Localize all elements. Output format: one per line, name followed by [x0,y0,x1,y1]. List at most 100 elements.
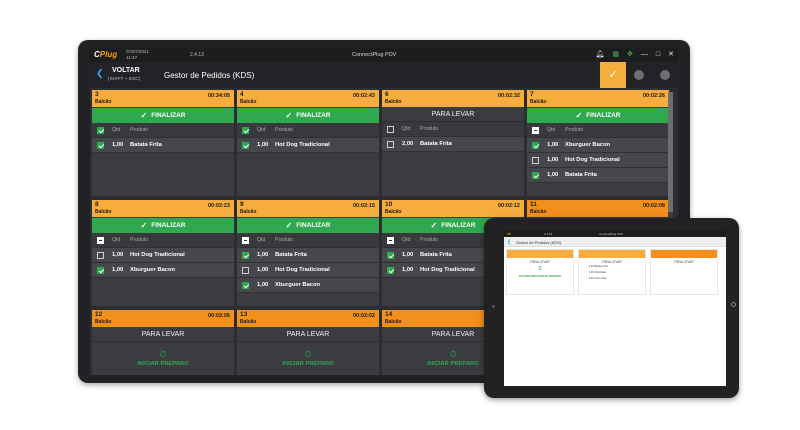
finalizar-button[interactable]: ✓ FINALIZAR [237,108,379,123]
tablet-back-icon[interactable]: ❮ [507,239,511,245]
order-item-row[interactable]: 1,00 Hot Dog Tradicional [237,138,379,153]
tablet-aguardando-text: AGUARDANDO INICIAR PREPARO [518,275,562,278]
item-checkbox[interactable] [97,251,104,259]
order-number: 4 [240,91,244,98]
items-header-row: Qtd Produto [382,122,524,137]
order-item-row[interactable]: 1,00 Xburguer Bacon [237,278,379,293]
items-header-row: Qtd Produto [92,233,234,248]
item-checkbox[interactable] [387,251,394,259]
item-checkbox[interactable] [242,141,249,149]
order-item-row[interactable]: 1,00 Batata Frita [92,138,234,153]
order-item-row[interactable]: 1,00 Hot Dog Tradicional [92,248,234,263]
order-card-header: 10 Balcão 00:02:12 [382,200,524,217]
order-card[interactable]: 12 Balcão 00:02:05 PARA LEVAR ⏱︎ INICIAR … [92,310,234,375]
item-checkbox[interactable] [532,156,539,164]
order-card-header: 9 Balcão 00:02:15 [237,200,379,217]
item-checkbox[interactable] [242,281,249,289]
spreadsheet-icon[interactable]: ▦ [612,50,619,60]
maximize-icon[interactable]: □ [656,50,660,60]
order-location: Balcão [95,99,112,105]
select-all-checkbox[interactable] [532,126,539,134]
order-card[interactable]: 3 Balcão 00:34:05 ✓ FINALIZAR Qtd Produt… [92,90,234,196]
finalizar-button[interactable]: ✓ FINALIZAR [237,218,379,233]
item-checkbox[interactable] [242,251,249,259]
time-text: 11:47 [126,54,138,60]
order-item-row[interactable]: 1,00 Hot Dog Tradicional [527,153,669,168]
item-checkbox[interactable] [242,266,249,274]
order-item-row[interactable]: 2,00 Batata Frita [382,137,524,152]
iniciar-preparo-button[interactable]: INICIAR PREPARO [92,361,234,367]
tablet-order-card[interactable]: PARA LEVAR ⏱︎ AGUARDANDO INICIAR PREPARO [506,249,574,295]
order-card[interactable]: 8 Balcão 00:02:23 ✓ FINALIZAR Qtd Produt… [92,200,234,306]
select-all-checkbox[interactable] [242,126,249,134]
item-name: Hot Dog Tradicional [565,157,620,163]
select-all-checkbox[interactable] [387,236,394,244]
check-icon: ✓ [285,111,293,120]
finalizar-button[interactable]: ✓ FINALIZAR [92,108,234,123]
iniciar-preparo-button[interactable]: INICIAR PREPARO [237,361,379,367]
filter-toggle-1[interactable] [634,70,644,80]
scrollbar-thumb[interactable] [668,92,673,212]
item-qty: 2,00 [402,141,414,147]
order-number: 3 [95,91,99,98]
produto-header: Produto [275,127,294,133]
order-card[interactable]: 4 Balcão 00:02:43 ✓ FINALIZAR Qtd Produt… [237,90,379,196]
item-name: Hot Dog Tradicional [275,267,330,273]
tablet-logo: CP [507,232,512,236]
item-qty: 1,00 [402,267,414,273]
item-checkbox[interactable] [97,266,104,274]
select-all-checkbox[interactable] [97,126,104,134]
close-icon[interactable]: ✕ [668,50,674,60]
order-number: 7 [530,91,534,98]
order-timer: 00:02:32 [497,93,520,99]
page-header: ❮ VOLTAR (SHIFT + ESC) Gestor de Pedidos… [90,62,678,88]
tablet-order-card[interactable]: PARA LEVAR ○ 1,00 Batata Frita ○ 1,00 Choc… [578,249,646,295]
items-header-row: Qtd Produto [237,123,379,138]
item-checkbox[interactable] [387,140,394,148]
order-item-row[interactable]: 1,00 Xburguer Bacon [527,138,669,153]
order-location: Balcão [240,319,257,325]
order-card[interactable]: 7 Balcão 00:02:26 ✓ FINALIZAR Qtd Produt… [527,90,669,196]
tablet-item-row[interactable]: ○ [651,276,717,282]
select-all-checkbox[interactable] [242,236,249,244]
order-timer: 00:02:23 [207,203,230,209]
item-checkbox[interactable] [387,266,394,274]
item-qty: 1,00 [402,252,414,258]
minimize-icon[interactable]: — [641,50,648,60]
select-all-checkbox[interactable] [97,236,104,244]
network-icon[interactable]: ✥ [627,50,633,60]
order-item-row[interactable]: 1,00 Hot Dog Tradicional [237,263,379,278]
items-header-row: Qtd Produto [92,123,234,138]
item-checkbox[interactable] [532,141,539,149]
order-card[interactable]: 6 Balcão 00:02:32 PARA LEVAR Qtd Produto… [382,90,524,196]
voltar-shortcut: (SHIFT + ESC) [108,77,141,82]
order-location: Balcão [95,209,112,215]
bell-icon[interactable]: 🔔︎ [596,50,605,60]
item-checkbox[interactable] [97,141,104,149]
item-name: Xburguer Bacon [565,142,611,148]
order-item-row[interactable]: 1,00 Xburguer Bacon [92,263,234,278]
order-card[interactable]: 13 Balcão 00:02:02 PARA LEVAR ⏱︎ INICIAR … [237,310,379,375]
tablet-order-card[interactable]: PARA LEVAR ○ ○ [650,249,718,295]
filter-toggle-2[interactable] [660,70,670,80]
finalizar-button[interactable]: ✓ FINALIZAR [92,218,234,233]
confirm-check-button[interactable]: ✓ [600,62,626,88]
tablet-para-levar: PARA LEVAR [530,260,550,264]
finalizar-button[interactable]: ✓ FINALIZAR [527,108,669,123]
voltar-button[interactable]: VOLTAR [112,67,140,74]
order-item-row[interactable]: 1,00 Batata Frita [237,248,379,263]
item-qty: 1,00 [112,142,124,148]
produto-header: Produto [275,237,294,243]
date-time: 07/07/2021 11:47 [126,49,149,60]
item-checkbox[interactable] [532,171,539,179]
order-item-row[interactable]: 1,00 Batata Frita [527,168,669,183]
order-card[interactable]: 9 Balcão 00:02:15 ✓ FINALIZAR Qtd Produt… [237,200,379,306]
item-name: Xburguer Bacon [130,267,176,273]
qtd-header: Qtd [257,237,266,243]
order-location: Balcão [385,209,402,215]
select-all-checkbox[interactable] [387,125,394,133]
tablet-item-row[interactable]: ○ 1,00 Coca Cola [579,276,645,282]
date-text: 07/07/2021 [126,49,149,54]
back-arrow-icon[interactable]: ❮ [96,68,104,79]
tablet-card-header [507,250,573,258]
